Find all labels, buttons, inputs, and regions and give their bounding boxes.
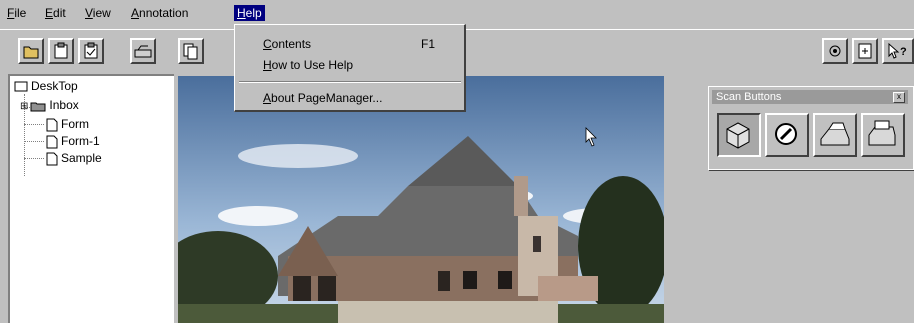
document-icon: [46, 118, 58, 132]
page-icon: [858, 43, 872, 59]
menu-separator: [239, 81, 461, 83]
menu-view[interactable]: View: [82, 5, 114, 21]
clipboard-icon: [54, 42, 68, 59]
how-to-use-help-key: H: [263, 58, 272, 72]
help-contents-item[interactable]: Contents F1: [263, 35, 453, 53]
menu-help[interactable]: Help: [234, 5, 265, 21]
house-photo: [178, 76, 664, 323]
desktop-icon: [14, 81, 28, 92]
how-to-use-help-label: ow to Use Help: [271, 58, 354, 72]
ocr-icon: [775, 123, 797, 145]
tree-connector: [24, 124, 44, 125]
clipboard-check-icon: [84, 42, 98, 59]
scan-to-printer-button[interactable]: [861, 113, 905, 157]
scan-panel-title-text: Scan Buttons: [716, 91, 782, 103]
how-to-use-help-item[interactable]: How to Use Help: [263, 56, 453, 74]
printer-icon: [868, 120, 896, 146]
tree-item-form[interactable]: Form: [46, 116, 89, 132]
help-menu-dropdown: Contents F1 How to Use Help About PageMa…: [234, 24, 466, 112]
scan-to-fax-button[interactable]: [813, 113, 857, 157]
tree-item-desktop[interactable]: DeskTop: [14, 78, 78, 94]
menu-edit-label: dit: [53, 6, 66, 20]
menu-annotation[interactable]: Annotation: [128, 5, 191, 21]
tree-item-label: Inbox: [49, 98, 79, 112]
tree-connector: [24, 141, 44, 142]
svg-text:?: ?: [900, 46, 907, 58]
tree-item-form-1[interactable]: Form-1: [46, 133, 100, 149]
folder-tree: DeskTop ⊞ Inbox Form Form-1 Sample: [8, 74, 174, 323]
close-icon[interactable]: x: [893, 92, 905, 103]
menu-edit[interactable]: Edit: [42, 5, 69, 21]
about-pagemanager-key: A: [263, 91, 272, 105]
menu-bar: File Edit View Annotation Help: [0, 0, 914, 24]
help-contents-key: C: [263, 37, 272, 51]
tree-item-sample[interactable]: Sample: [46, 150, 102, 166]
help-contents-label: ontents: [271, 37, 312, 51]
tree-item-label: DeskTop: [31, 79, 78, 93]
fax-icon: [820, 122, 850, 146]
menu-annotation-label: nnotation: [139, 6, 189, 20]
inbox-icon: [30, 102, 46, 112]
menu-file-label: ile: [14, 6, 27, 20]
menu-help-label: elp: [245, 6, 262, 20]
scan-to-ocr-button[interactable]: [765, 113, 809, 157]
menu-edit-key: E: [45, 6, 54, 20]
copy-pages-button[interactable]: [178, 38, 204, 64]
scan-to-viewer-button[interactable]: [717, 113, 761, 157]
copy-pages-icon: [183, 43, 198, 60]
menu-help-key: H: [237, 6, 246, 20]
folder-icon: [23, 46, 39, 59]
tree-item-label: Sample: [61, 151, 102, 165]
document-icon: [46, 152, 58, 166]
clipboard-check-button[interactable]: [78, 38, 104, 64]
image-viewer[interactable]: [178, 76, 664, 323]
help-pointer-icon: ?: [888, 42, 907, 59]
expand-icon[interactable]: ⊞: [20, 101, 28, 112]
tree-item-label: Form-1: [61, 134, 100, 148]
settings-button[interactable]: [822, 38, 848, 64]
about-pagemanager-item[interactable]: About PageManager...: [263, 89, 453, 107]
scan-button[interactable]: [130, 38, 156, 64]
open-button[interactable]: [18, 38, 44, 64]
document-icon: [46, 135, 58, 149]
tree-item-label: Form: [61, 117, 89, 131]
settings-icon: [829, 45, 841, 57]
scan-panel-title[interactable]: Scan Buttons x: [712, 90, 908, 104]
cube-scan-icon: [726, 122, 750, 149]
page-button[interactable]: [852, 38, 878, 64]
scanner-icon: [134, 45, 152, 58]
menu-annotation-key: A: [131, 6, 140, 20]
scan-buttons-panel: Scan Buttons x: [708, 86, 914, 170]
clipboard-button[interactable]: [48, 38, 74, 64]
menu-view-label: iew: [92, 6, 111, 20]
tree-item-inbox[interactable]: ⊞ Inbox: [20, 97, 79, 113]
about-pagemanager-label: bout PageManager...: [271, 91, 383, 105]
menu-file[interactable]: File: [4, 5, 29, 21]
context-help-button[interactable]: ?: [882, 38, 914, 64]
tree-connector: [24, 158, 44, 159]
help-contents-shortcut: F1: [420, 37, 435, 51]
menu-view-key: V: [85, 6, 93, 20]
